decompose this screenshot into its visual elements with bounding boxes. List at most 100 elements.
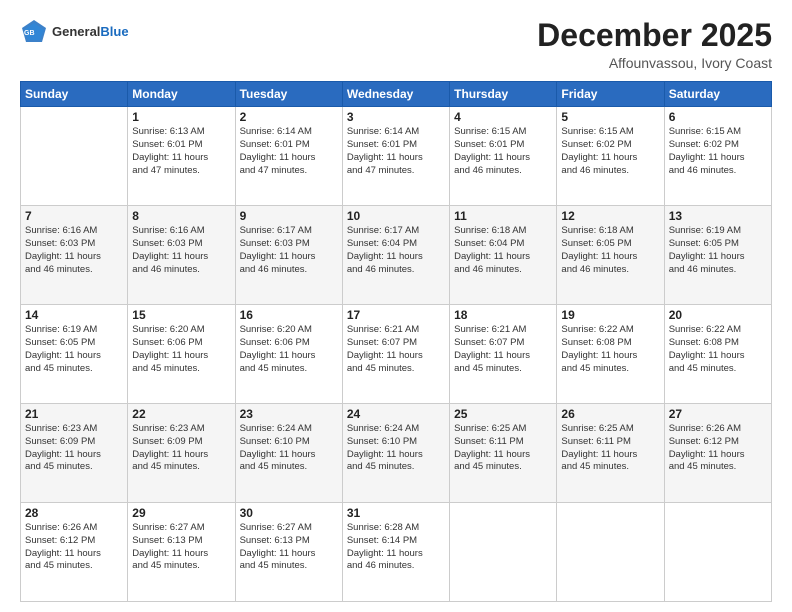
calendar-cell: 21 Sunrise: 6:23 AMSunset: 6:09 PMDayligh…	[21, 404, 128, 503]
day-info: Sunrise: 6:16 AMSunset: 6:03 PMDaylight:…	[25, 225, 123, 276]
day-info: Sunrise: 6:13 AMSunset: 6:01 PMDaylight:…	[132, 126, 230, 177]
calendar-cell: 16 Sunrise: 6:20 AMSunset: 6:06 PMDayligh…	[235, 305, 342, 404]
day-info: Sunrise: 6:21 AMSunset: 6:07 PMDaylight:…	[454, 324, 552, 375]
calendar-cell	[450, 503, 557, 602]
day-number: 15	[132, 308, 230, 322]
day-info: Sunrise: 6:16 AMSunset: 6:03 PMDaylight:…	[132, 225, 230, 276]
day-number: 10	[347, 209, 445, 223]
calendar-cell: 1 Sunrise: 6:13 AMSunset: 6:01 PMDaylight…	[128, 107, 235, 206]
calendar-cell: 5 Sunrise: 6:15 AMSunset: 6:02 PMDaylight…	[557, 107, 664, 206]
day-number: 17	[347, 308, 445, 322]
day-info: Sunrise: 6:26 AMSunset: 6:12 PMDaylight:…	[25, 522, 123, 573]
svg-text:GB: GB	[24, 30, 35, 37]
day-number: 24	[347, 407, 445, 421]
calendar-cell: 25 Sunrise: 6:25 AMSunset: 6:11 PMDayligh…	[450, 404, 557, 503]
day-info: Sunrise: 6:25 AMSunset: 6:11 PMDaylight:…	[454, 423, 552, 474]
calendar-cell: 3Sunrise: 6:14 AMSunset: 6:01 PMDaylight…	[342, 107, 449, 206]
calendar-header-wednesday: Wednesday	[342, 82, 449, 107]
calendar-cell: 15Sunrise: 6:20 AMSunset: 6:06 PMDayligh…	[128, 305, 235, 404]
day-info: Sunrise: 6:22 AMSunset: 6:08 PMDaylight:…	[561, 324, 659, 375]
calendar-week-3: 14Sunrise: 6:19 AMSunset: 6:05 PMDayligh…	[21, 305, 772, 404]
day-number: 25	[454, 407, 552, 421]
calendar-cell: 4Sunrise: 6:15 AMSunset: 6:01 PMDaylight…	[450, 107, 557, 206]
calendar-cell: 14Sunrise: 6:19 AMSunset: 6:05 PMDayligh…	[21, 305, 128, 404]
logo-text: GeneralBlue	[52, 24, 129, 40]
page: GB GeneralBlue December 2025 Affounvasso…	[0, 0, 792, 612]
day-number: 16	[240, 308, 338, 322]
day-number: 12	[561, 209, 659, 223]
day-number: 18	[454, 308, 552, 322]
calendar-cell: 8 Sunrise: 6:16 AMSunset: 6:03 PMDaylight…	[128, 206, 235, 305]
day-number: 6	[669, 110, 767, 124]
calendar-cell: 20 Sunrise: 6:22 AMSunset: 6:08 PMDayligh…	[664, 305, 771, 404]
day-info: Sunrise: 6:23 AMSunset: 6:09 PMDaylight:…	[25, 423, 123, 474]
calendar-week-1: 1 Sunrise: 6:13 AMSunset: 6:01 PMDaylight…	[21, 107, 772, 206]
calendar-cell	[664, 503, 771, 602]
day-number: 22	[132, 407, 230, 421]
day-number: 13	[669, 209, 767, 223]
calendar-cell: 17Sunrise: 6:21 AMSunset: 6:07 PMDayligh…	[342, 305, 449, 404]
calendar-cell: 18 Sunrise: 6:21 AMSunset: 6:07 PMDayligh…	[450, 305, 557, 404]
calendar-week-2: 7 Sunrise: 6:16 AMSunset: 6:03 PMDaylight…	[21, 206, 772, 305]
day-number: 27	[669, 407, 767, 421]
day-info: Sunrise: 6:27 AMSunset: 6:13 PMDaylight:…	[240, 522, 338, 573]
calendar-header-friday: Friday	[557, 82, 664, 107]
day-number: 23	[240, 407, 338, 421]
day-number: 30	[240, 506, 338, 520]
calendar-cell: 2 Sunrise: 6:14 AMSunset: 6:01 PMDaylight…	[235, 107, 342, 206]
day-info: Sunrise: 6:15 AMSunset: 6:02 PMDaylight:…	[561, 126, 659, 177]
calendar-cell: 26 Sunrise: 6:25 AMSunset: 6:11 PMDayligh…	[557, 404, 664, 503]
logo-general: General	[52, 24, 100, 39]
calendar-cell: 6 Sunrise: 6:15 AMSunset: 6:02 PMDaylight…	[664, 107, 771, 206]
day-info: Sunrise: 6:22 AMSunset: 6:08 PMDaylight:…	[669, 324, 767, 375]
day-info: Sunrise: 6:15 AMSunset: 6:02 PMDaylight:…	[669, 126, 767, 177]
day-info: Sunrise: 6:20 AMSunset: 6:06 PMDaylight:…	[240, 324, 338, 375]
day-info: Sunrise: 6:23 AMSunset: 6:09 PMDaylight:…	[132, 423, 230, 474]
day-number: 31	[347, 506, 445, 520]
calendar-cell: 27 Sunrise: 6:26 AMSunset: 6:12 PMDayligh…	[664, 404, 771, 503]
calendar-cell: 22 Sunrise: 6:23 AMSunset: 6:09 PMDayligh…	[128, 404, 235, 503]
day-number: 21	[25, 407, 123, 421]
day-number: 5	[561, 110, 659, 124]
logo: GB GeneralBlue	[20, 18, 129, 46]
calendar-cell: 31Sunrise: 6:28 AMSunset: 6:14 PMDayligh…	[342, 503, 449, 602]
month-title: December 2025	[537, 18, 772, 53]
day-info: Sunrise: 6:17 AMSunset: 6:03 PMDaylight:…	[240, 225, 338, 276]
day-info: Sunrise: 6:24 AMSunset: 6:10 PMDaylight:…	[347, 423, 445, 474]
day-info: Sunrise: 6:24 AMSunset: 6:10 PMDaylight:…	[240, 423, 338, 474]
day-number: 28	[25, 506, 123, 520]
calendar-cell	[557, 503, 664, 602]
calendar-header-sunday: Sunday	[21, 82, 128, 107]
calendar-cell: 7 Sunrise: 6:16 AMSunset: 6:03 PMDaylight…	[21, 206, 128, 305]
calendar-week-4: 21 Sunrise: 6:23 AMSunset: 6:09 PMDayligh…	[21, 404, 772, 503]
day-info: Sunrise: 6:18 AMSunset: 6:05 PMDaylight:…	[561, 225, 659, 276]
calendar-table: SundayMondayTuesdayWednesdayThursdayFrid…	[20, 81, 772, 602]
header: GB GeneralBlue December 2025 Affounvasso…	[20, 18, 772, 71]
location-title: Affounvassou, Ivory Coast	[537, 55, 772, 71]
day-number: 20	[669, 308, 767, 322]
day-info: Sunrise: 6:18 AMSunset: 6:04 PMDaylight:…	[454, 225, 552, 276]
day-info: Sunrise: 6:17 AMSunset: 6:04 PMDaylight:…	[347, 225, 445, 276]
calendar-header-monday: Monday	[128, 82, 235, 107]
day-number: 8	[132, 209, 230, 223]
day-info: Sunrise: 6:26 AMSunset: 6:12 PMDaylight:…	[669, 423, 767, 474]
calendar-header-saturday: Saturday	[664, 82, 771, 107]
day-number: 7	[25, 209, 123, 223]
logo-icon: GB	[20, 18, 48, 46]
day-info: Sunrise: 6:14 AMSunset: 6:01 PMDaylight:…	[347, 126, 445, 177]
calendar-cell: 28 Sunrise: 6:26 AMSunset: 6:12 PMDayligh…	[21, 503, 128, 602]
day-info: Sunrise: 6:15 AMSunset: 6:01 PMDaylight:…	[454, 126, 552, 177]
calendar-cell: 19Sunrise: 6:22 AMSunset: 6:08 PMDayligh…	[557, 305, 664, 404]
day-number: 2	[240, 110, 338, 124]
day-info: Sunrise: 6:19 AMSunset: 6:05 PMDaylight:…	[25, 324, 123, 375]
calendar-cell: 24 Sunrise: 6:24 AMSunset: 6:10 PMDayligh…	[342, 404, 449, 503]
calendar-cell	[21, 107, 128, 206]
calendar-header-tuesday: Tuesday	[235, 82, 342, 107]
calendar-cell: 23 Sunrise: 6:24 AMSunset: 6:10 PMDayligh…	[235, 404, 342, 503]
day-info: Sunrise: 6:25 AMSunset: 6:11 PMDaylight:…	[561, 423, 659, 474]
day-number: 1	[132, 110, 230, 124]
day-number: 9	[240, 209, 338, 223]
day-number: 26	[561, 407, 659, 421]
day-info: Sunrise: 6:27 AMSunset: 6:13 PMDaylight:…	[132, 522, 230, 573]
day-info: Sunrise: 6:14 AMSunset: 6:01 PMDaylight:…	[240, 126, 338, 177]
